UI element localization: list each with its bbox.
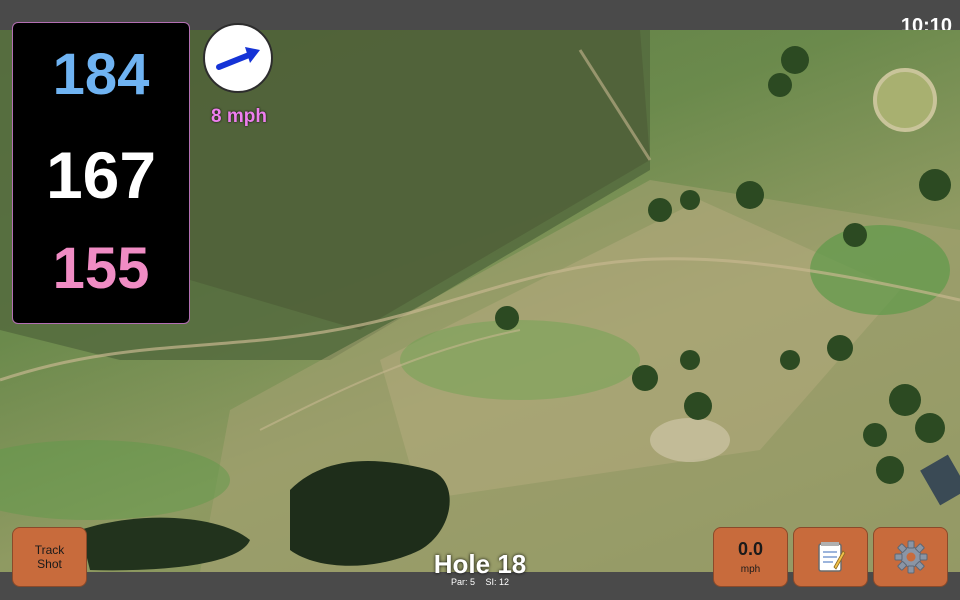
hole-info: Par: 5 SI: 12: [380, 577, 580, 587]
speed-button[interactable]: 0.0 mph: [713, 527, 788, 587]
hole-stroke-index: SI: 12: [485, 577, 510, 587]
distance-center: 167: [45, 138, 157, 212]
speed-value: 0.0: [737, 539, 764, 559]
wind-speed-label: 8 mph: [211, 106, 267, 127]
gear-icon: [894, 540, 927, 574]
distance-panel: 184 167 155: [12, 22, 190, 324]
wind-direction-arrow-icon: [216, 47, 260, 70]
wind-indicator: [203, 23, 273, 93]
distance-back: 184: [52, 42, 150, 107]
speed-unit: mph: [740, 564, 761, 575]
notepad-icon: [817, 542, 845, 572]
track-shot-label-line2: Shot: [37, 557, 62, 571]
hole-title: Hole 18: [433, 549, 527, 579]
hole-par: Par: 5: [450, 577, 475, 587]
notes-button[interactable]: [793, 527, 868, 587]
track-shot-button[interactable]: Track Shot: [12, 527, 87, 587]
distance-front: 155: [52, 236, 150, 301]
track-shot-label-line1: Track: [34, 543, 65, 557]
settings-button[interactable]: [873, 527, 948, 587]
